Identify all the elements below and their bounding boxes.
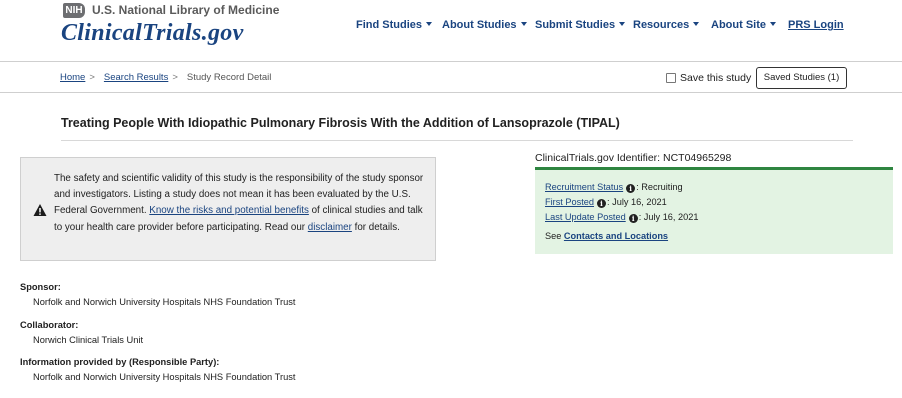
recruitment-status-value: : Recruiting [636, 182, 683, 192]
last-update-value: : July 16, 2021 [638, 212, 699, 222]
save-study-checkbox[interactable] [666, 73, 676, 83]
site-logo[interactable]: ClinicalTrials.gov [61, 20, 244, 47]
nav-label: About Studies [442, 19, 517, 31]
last-update-link[interactable]: Last Update Posted [545, 212, 626, 222]
breadcrumb-divider [0, 92, 902, 93]
save-study-toggle[interactable]: Save this study [666, 72, 751, 84]
info-icon[interactable]: i [626, 184, 636, 193]
recruitment-status-link[interactable]: Recruitment Status [545, 182, 623, 192]
sponsor-value: Norfolk and Norwich University Hospitals… [33, 297, 296, 307]
caret-down-icon [426, 22, 432, 26]
save-study-label: Save this study [680, 72, 752, 84]
saved-studies-button[interactable]: Saved Studies (1) [756, 67, 847, 89]
risks-benefits-link[interactable]: Know the risks and potential benefits [149, 205, 309, 216]
nav-about-studies[interactable]: About Studies [442, 19, 527, 31]
sponsor-label: Sponsor: [20, 282, 61, 292]
disclaimer-box: The safety and scientific validity of th… [20, 157, 436, 261]
identifier-label: ClinicalTrials.gov Identifier: [535, 152, 663, 164]
disclaimer-text: The safety and scientific validity of th… [54, 171, 424, 236]
collaborator-label: Collaborator: [20, 320, 79, 330]
breadcrumb: Home > Search Results > Study Record Detail [60, 72, 271, 83]
first-posted-row: First Posted i: July 16, 2021 [545, 197, 667, 208]
see-prefix: See [545, 231, 564, 241]
identifier-value: NCT04965298 [663, 152, 732, 164]
nav-about-site[interactable]: About Site [711, 19, 776, 31]
library-name[interactable]: U.S. National Library of Medicine [92, 3, 279, 17]
info-icon[interactable]: i [597, 199, 607, 208]
header-divider [0, 61, 902, 62]
breadcrumb-separator: > [89, 72, 95, 83]
study-title: Treating People With Idiopathic Pulmonar… [61, 116, 620, 130]
nav-label: Resources [633, 19, 690, 31]
contacts-locations-link[interactable]: Contacts and Locations [564, 231, 668, 241]
nav-label: About Site [711, 19, 766, 31]
nav-label: Find Studies [356, 19, 422, 31]
warning-icon [33, 204, 47, 216]
breadcrumb-home-link[interactable]: Home [60, 72, 85, 83]
caret-down-icon [770, 22, 776, 26]
info-icon[interactable]: i [628, 214, 638, 223]
disclaimer-link[interactable]: disclaimer [308, 222, 352, 233]
collaborator-value: Norwich Clinical Trials Unit [33, 335, 144, 345]
last-update-row: Last Update Posted i: July 16, 2021 [545, 212, 698, 223]
responsible-party-value: Norfolk and Norwich University Hospitals… [33, 372, 296, 382]
caret-down-icon [619, 22, 626, 26]
nav-find-studies[interactable]: Find Studies [356, 19, 432, 31]
nav-label: Submit Studies [535, 19, 616, 31]
nav-resources[interactable]: Resources [633, 19, 700, 31]
nav-prs-login[interactable]: PRS Login [788, 19, 844, 31]
contacts-row: See Contacts and Locations [545, 231, 668, 241]
first-posted-link[interactable]: First Posted [545, 197, 594, 207]
nih-logo[interactable]: NIH [63, 3, 85, 18]
recruitment-status-row: Recruitment Status i: Recruiting [545, 182, 683, 193]
breadcrumb-search-results-link[interactable]: Search Results [104, 72, 168, 83]
breadcrumb-separator: > [172, 72, 178, 83]
caret-down-icon [693, 22, 700, 26]
disclaimer-part: for details. [351, 221, 400, 233]
study-identifier: ClinicalTrials.gov Identifier: NCT049652… [535, 152, 731, 164]
responsible-party-label: Information provided by (Responsible Par… [20, 357, 220, 367]
caret-down-icon [520, 22, 527, 26]
nav-submit-studies[interactable]: Submit Studies [535, 19, 626, 31]
title-divider [61, 140, 853, 141]
first-posted-value: : July 16, 2021 [607, 197, 667, 207]
breadcrumb-current: Study Record Detail [186, 72, 272, 83]
